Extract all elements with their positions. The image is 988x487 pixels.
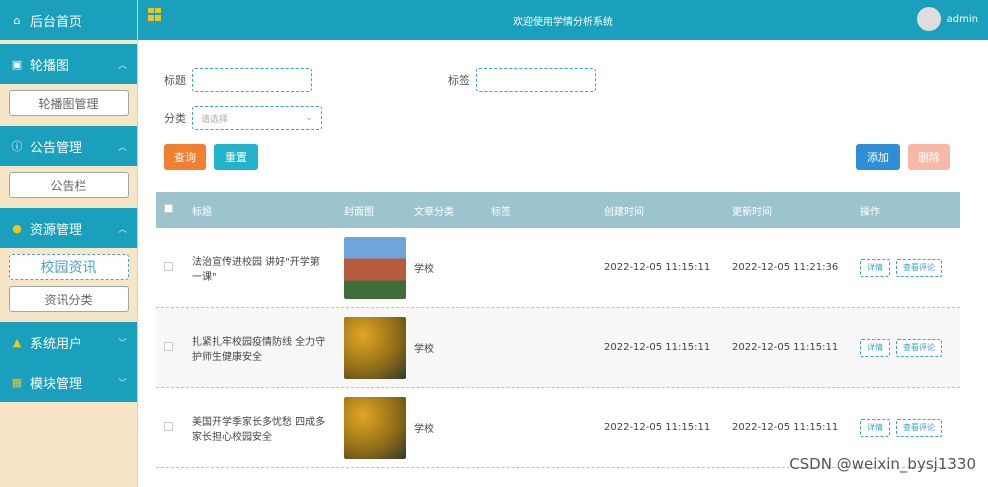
table-header: 标题 封面图 文章分类 标签 创建时间 更新时间 操作 <box>156 192 960 228</box>
title-label: 标题 <box>164 74 186 87</box>
sidebar: ⌂ 后台首页 ▣ 轮播图 ︿ 轮播图管理 ⓘ 公告管理 ︿ 公告栏 ● 资源管理 ︿ … <box>0 0 138 487</box>
view-comments-button[interactable]: 查看评论 <box>896 418 942 437</box>
row-category: 学校 <box>414 424 434 435</box>
sidebar-section-label: 系统用户 <box>30 336 83 352</box>
row-updated: 2022-12-05 11:15:11 <box>732 422 839 433</box>
sidebar-section-modules[interactable]: ▦ 模块管理 ﹀ <box>0 362 137 402</box>
chevron-up-icon: ︿ <box>117 60 127 71</box>
sidebar-home-label: 后台首页 <box>30 14 83 30</box>
col-title: 标题 <box>192 206 212 218</box>
col-actions: 操作 <box>860 206 880 218</box>
cover-image <box>344 396 406 459</box>
topbar: 欢迎使用学情分析系统 admin <box>138 0 988 40</box>
row-checkbox[interactable] <box>164 421 173 431</box>
watermark: CSDN @weixin_bysj1330 <box>789 455 976 473</box>
row-updated: 2022-12-05 11:21:36 <box>732 262 839 273</box>
cover-image <box>344 236 406 299</box>
category-select[interactable]: 请选择 ⌄ <box>192 106 322 130</box>
col-created: 创建时间 <box>604 206 644 218</box>
sidebar-section-label: 资源管理 <box>30 222 83 238</box>
row-created: 2022-12-05 11:15:11 <box>604 422 711 433</box>
sidebar-section-carousel[interactable]: ▣ 轮播图 ︿ <box>0 44 137 84</box>
sidebar-section-label: 轮播图 <box>30 58 70 74</box>
main-content: 标题 标签 分类 请选择 ⌄ 查询 重置 添加 删除 标题 封面图 文章分类 标… <box>148 40 980 487</box>
chevron-up-icon: ︿ <box>117 142 127 153</box>
sidebar-item-carousel-manage[interactable]: 轮播图管理 <box>8 90 129 116</box>
col-cover: 封面图 <box>344 206 374 218</box>
row-title: 美国开学季家长多忧愁 四成多家长担心校园安全 <box>192 416 326 443</box>
image-icon: ▣ <box>11 57 23 71</box>
select-all-checkbox[interactable] <box>164 204 173 213</box>
tag-input[interactable] <box>476 68 596 92</box>
row-created: 2022-12-05 11:15:11 <box>604 342 711 353</box>
query-button[interactable]: 查询 <box>164 144 206 170</box>
table-row[interactable]: 法治宣传进校园 讲好"开学第一课" 学校 2022-12-05 11:15:11… <box>156 228 960 308</box>
view-comments-button[interactable]: 查看评论 <box>896 258 942 277</box>
sidebar-home[interactable]: ⌂ 后台首页 <box>0 0 137 40</box>
table-row[interactable]: 扎紧扎牢校园疫情防线 全力守护师生健康安全 学校 2022-12-05 11:1… <box>156 308 960 388</box>
cover-image <box>344 316 406 379</box>
add-button[interactable]: 添加 <box>856 144 900 170</box>
sidebar-section-announcement[interactable]: ⓘ 公告管理 ︿ <box>0 126 137 166</box>
detail-button[interactable]: 详情 <box>860 418 890 437</box>
sidebar-item-announcement-board[interactable]: 公告栏 <box>8 172 129 198</box>
sidebar-section-resources[interactable]: ● 资源管理 ︿ <box>0 208 137 248</box>
col-category: 文章分类 <box>414 206 454 218</box>
sidebar-item-news-category[interactable]: 资讯分类 <box>8 286 129 312</box>
app: ⌂ 后台首页 ▣ 轮播图 ︿ 轮播图管理 ⓘ 公告管理 ︿ 公告栏 ● 资源管理 ︿ … <box>0 0 988 487</box>
home-icon: ⌂ <box>13 13 21 27</box>
info-icon: ⓘ <box>11 140 23 153</box>
sidebar-item-campus-news[interactable]: 校园资讯 <box>8 254 129 280</box>
user-menu[interactable]: admin <box>916 7 978 31</box>
row-updated: 2022-12-05 11:15:11 <box>732 342 839 353</box>
row-created: 2022-12-05 11:15:11 <box>604 262 711 273</box>
username: admin <box>946 13 978 25</box>
chevron-down-icon: ⌄ <box>305 113 313 123</box>
title-filter: 标题 <box>164 68 312 92</box>
chevron-down-icon: ﹀ <box>117 378 127 389</box>
row-title: 法治宣传进校园 讲好"开学第一课" <box>192 256 320 283</box>
tag-filter: 标签 <box>448 68 596 92</box>
reset-button[interactable]: 重置 <box>214 144 258 170</box>
view-comments-button[interactable]: 查看评论 <box>896 338 942 357</box>
row-category: 学校 <box>414 344 434 355</box>
app-title: 欢迎使用学情分析系统 <box>513 16 613 28</box>
avatar <box>916 7 941 31</box>
row-checkbox[interactable] <box>164 261 173 271</box>
detail-button[interactable]: 详情 <box>860 258 890 277</box>
col-tag: 标签 <box>491 206 511 218</box>
tag-label: 标签 <box>448 74 470 87</box>
menu-grid-icon[interactable] <box>148 8 161 21</box>
title-input[interactable] <box>192 68 312 92</box>
category-filter: 分类 请选择 ⌄ <box>164 106 322 130</box>
sidebar-section-label: 模块管理 <box>30 376 83 392</box>
user-icon: ▲ <box>12 335 22 349</box>
grid-icon: ▦ <box>11 375 23 389</box>
detail-button[interactable]: 详情 <box>860 338 890 357</box>
category-placeholder: 请选择 <box>201 114 229 125</box>
sidebar-section-system-users[interactable]: ▲ 系统用户 ﹀ <box>0 322 137 362</box>
location-icon: ● <box>12 221 22 235</box>
col-updated: 更新时间 <box>732 206 772 218</box>
row-checkbox[interactable] <box>164 341 173 351</box>
delete-button[interactable]: 删除 <box>908 144 950 170</box>
row-category: 学校 <box>414 264 434 275</box>
category-label: 分类 <box>164 112 186 125</box>
row-title: 扎紧扎牢校园疫情防线 全力守护师生健康安全 <box>192 336 326 363</box>
chevron-down-icon: ﹀ <box>117 338 127 349</box>
sidebar-section-label: 公告管理 <box>30 140 83 156</box>
chevron-up-icon: ︿ <box>117 224 127 235</box>
articles-table: 标题 封面图 文章分类 标签 创建时间 更新时间 操作 法治宣传进校园 讲好"开… <box>156 192 960 468</box>
